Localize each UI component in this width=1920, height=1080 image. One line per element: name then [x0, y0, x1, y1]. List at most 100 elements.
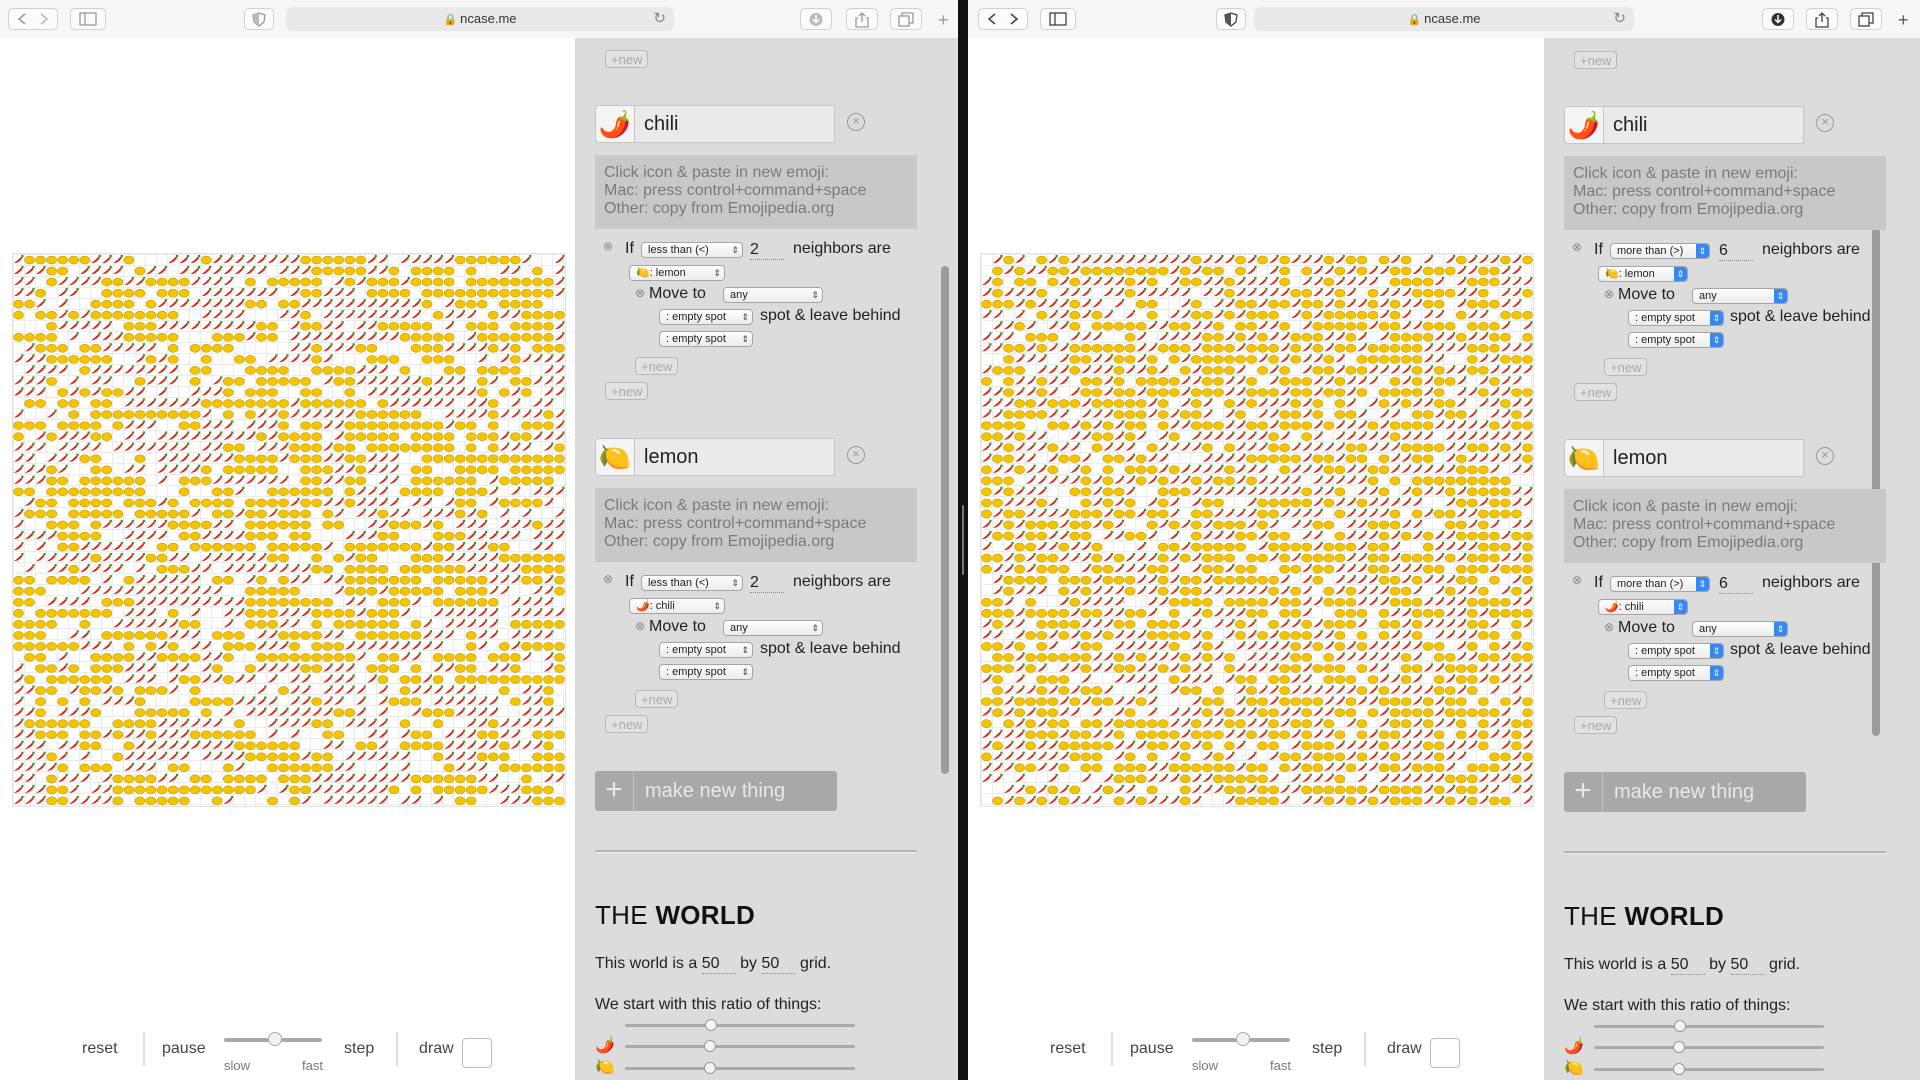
- downloads-button[interactable]: [800, 8, 832, 30]
- delete-thing-icon[interactable]: ×: [847, 113, 865, 131]
- target-spot-select[interactable]: : empty spot ⇕: [1628, 310, 1724, 326]
- ratio-slider-lemon[interactable]: [1594, 1063, 1824, 1075]
- ratio-slider-chili[interactable]: [625, 1040, 855, 1052]
- downloads-button[interactable]: [1762, 8, 1794, 30]
- draw-brush-selector[interactable]: [1430, 1038, 1460, 1068]
- reset-button[interactable]: reset: [82, 1040, 118, 1058]
- sidebar-button[interactable]: [1040, 8, 1076, 30]
- reload-icon[interactable]: ↻: [1613, 7, 1626, 31]
- delete-action-icon[interactable]: ⊗: [635, 286, 645, 300]
- new-rule-button[interactable]: +new: [1574, 51, 1618, 69]
- leave-behind-select[interactable]: : empty spot ⇕: [659, 331, 753, 347]
- thing-icon-chili[interactable]: 🌶️: [1564, 106, 1604, 144]
- delete-thing-icon[interactable]: ×: [1816, 114, 1834, 132]
- world-height-input[interactable]: 50: [1730, 956, 1765, 975]
- reset-button[interactable]: reset: [1050, 1040, 1086, 1058]
- thing-name-input[interactable]: chili: [1604, 106, 1804, 144]
- new-tab-icon[interactable]: +: [938, 11, 949, 29]
- address-bar[interactable]: 🔒 ncase.me ↻: [1254, 7, 1634, 31]
- new-rule-button[interactable]: +new: [605, 382, 649, 400]
- compare-select[interactable]: less than (<) ⇕: [641, 575, 743, 591]
- delete-action-icon[interactable]: ⊗: [635, 619, 645, 633]
- neighbor-count-input[interactable]: 6: [1719, 242, 1753, 261]
- scrollbar[interactable]: [1872, 228, 1880, 736]
- world-width-input[interactable]: 50: [701, 955, 736, 974]
- neighbor-type-select[interactable]: 🍋: lemon ⇕: [629, 265, 725, 281]
- leave-behind-select[interactable]: : empty spot ⇕: [1628, 665, 1724, 681]
- compare-select[interactable]: less than (<) ⇕: [641, 242, 743, 258]
- target-spot-select[interactable]: : empty spot ⇕: [659, 309, 753, 325]
- step-button[interactable]: step: [1312, 1040, 1342, 1058]
- move-direction-select[interactable]: any ⇕: [723, 620, 823, 636]
- neighbor-count-input[interactable]: 2: [750, 574, 784, 593]
- target-spot-select[interactable]: : empty spot ⇕: [1628, 643, 1724, 659]
- leave-behind-select[interactable]: : empty spot ⇕: [659, 664, 753, 680]
- world-grid[interactable]: [12, 253, 566, 807]
- ratio-slider-empty[interactable]: [1594, 1020, 1824, 1032]
- back-forward-buttons[interactable]: [8, 8, 58, 30]
- step-button[interactable]: step: [344, 1040, 374, 1058]
- compare-select[interactable]: more than (>) ⇕: [1610, 243, 1710, 259]
- delete-rule-icon[interactable]: ⊗: [603, 239, 613, 253]
- neighbor-type-select[interactable]: 🍋: lemon ⇕: [1598, 266, 1688, 282]
- ratio-slider-chili[interactable]: [1594, 1041, 1824, 1053]
- thing-name-input[interactable]: lemon: [1604, 439, 1804, 477]
- tabs-overview-button[interactable]: [890, 8, 922, 30]
- address-bar[interactable]: 🔒 ncase.me ↻: [286, 7, 674, 31]
- thing-name-input[interactable]: lemon: [635, 438, 835, 476]
- delete-rule-icon[interactable]: ⊗: [1572, 240, 1582, 254]
- move-direction-select[interactable]: any ⇕: [1692, 288, 1788, 304]
- delete-thing-icon[interactable]: ×: [1816, 447, 1834, 465]
- delete-action-icon[interactable]: ⊗: [1604, 620, 1614, 634]
- new-action-button[interactable]: +new: [1604, 691, 1648, 709]
- ratio-knob[interactable]: [1673, 1063, 1685, 1075]
- move-direction-select[interactable]: any ⇕: [723, 287, 823, 303]
- neighbor-type-select[interactable]: 🌶️: chili ⇕: [629, 598, 725, 614]
- world-height-input[interactable]: 50: [761, 955, 796, 974]
- pause-button[interactable]: pause: [162, 1040, 206, 1058]
- split-divider[interactable]: [958, 0, 968, 1080]
- new-rule-button[interactable]: +new: [605, 715, 649, 733]
- ratio-knob[interactable]: [705, 1019, 717, 1031]
- world-grid[interactable]: [980, 253, 1534, 807]
- make-new-thing-button[interactable]: + make new thing: [1564, 772, 1806, 812]
- delete-thing-icon[interactable]: ×: [847, 446, 865, 464]
- new-rule-button[interactable]: +new: [605, 50, 649, 68]
- new-action-button[interactable]: +new: [635, 357, 679, 375]
- pause-button[interactable]: pause: [1130, 1040, 1174, 1058]
- tabs-overview-button[interactable]: [1850, 8, 1882, 30]
- privacy-shield-button[interactable]: [244, 8, 274, 30]
- speed-slider-knob[interactable]: [268, 1032, 282, 1046]
- delete-action-icon[interactable]: ⊗: [1604, 287, 1614, 301]
- new-rule-button[interactable]: +new: [1574, 383, 1618, 401]
- scrollbar[interactable]: [941, 266, 949, 774]
- compare-select[interactable]: more than (>) ⇕: [1610, 576, 1710, 592]
- thing-icon-lemon[interactable]: 🍋: [1564, 439, 1604, 477]
- new-tab-icon[interactable]: +: [1898, 11, 1909, 29]
- ratio-slider-empty[interactable]: [625, 1019, 855, 1031]
- ratio-knob[interactable]: [1673, 1041, 1685, 1053]
- leave-behind-select[interactable]: : empty spot ⇕: [1628, 332, 1724, 348]
- share-button[interactable]: [846, 8, 878, 30]
- delete-rule-icon[interactable]: ⊗: [603, 572, 613, 586]
- speed-slider-knob[interactable]: [1236, 1032, 1250, 1046]
- new-action-button[interactable]: +new: [1604, 358, 1648, 376]
- new-rule-button[interactable]: +new: [1574, 716, 1618, 734]
- split-grip[interactable]: [962, 505, 964, 575]
- ratio-knob[interactable]: [1674, 1020, 1686, 1032]
- ratio-knob[interactable]: [704, 1062, 716, 1074]
- neighbor-type-select[interactable]: 🌶️: chili ⇕: [1598, 599, 1688, 615]
- delete-rule-icon[interactable]: ⊗: [1572, 573, 1582, 587]
- privacy-shield-button[interactable]: [1216, 8, 1246, 30]
- world-width-input[interactable]: 50: [1670, 956, 1705, 975]
- sidebar-button[interactable]: [70, 8, 106, 30]
- make-new-thing-button[interactable]: + make new thing: [595, 771, 837, 811]
- neighbor-count-input[interactable]: 6: [1719, 575, 1753, 594]
- thing-icon-chili[interactable]: 🌶️: [595, 105, 635, 143]
- target-spot-select[interactable]: : empty spot ⇕: [659, 642, 753, 658]
- thing-name-input[interactable]: chili: [635, 105, 835, 143]
- draw-brush-selector[interactable]: [462, 1038, 492, 1068]
- move-direction-select[interactable]: any ⇕: [1692, 621, 1788, 637]
- reload-icon[interactable]: ↻: [653, 7, 666, 31]
- thing-icon-lemon[interactable]: 🍋: [595, 438, 635, 476]
